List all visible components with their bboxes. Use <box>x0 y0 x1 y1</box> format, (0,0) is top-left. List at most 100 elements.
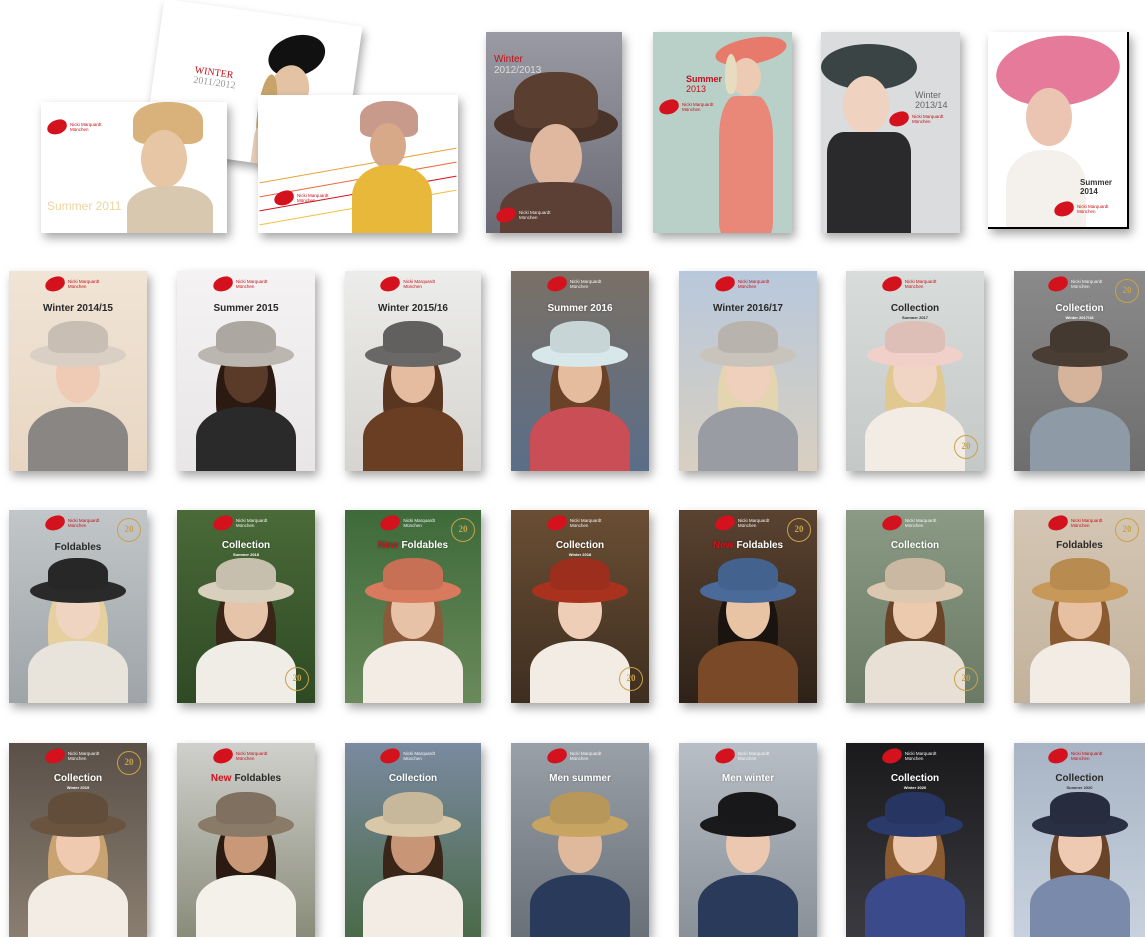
hat-crown <box>48 321 108 353</box>
brand-name: Nicki Marquardt München <box>67 751 100 761</box>
cover-title: Summer 2013 <box>686 74 723 94</box>
brand-name: Nicki Marquardt München <box>737 279 770 289</box>
model-clothing <box>1029 641 1130 703</box>
hat-crown <box>885 558 945 591</box>
brand-name: Nicki Marquardt München <box>1071 279 1103 289</box>
rose-petal-icon <box>211 275 235 293</box>
hat-crown <box>550 791 610 824</box>
model-clothing <box>196 874 296 937</box>
brand-logo: Nicki Marquardt München <box>713 747 770 765</box>
cover-title: Summer 2011 <box>47 199 122 213</box>
brand-logo: Nicki Marquardt München <box>887 110 944 128</box>
brand-logo: Nicki Marquardt München <box>880 275 936 293</box>
hat-crown <box>48 558 108 591</box>
model-clothing <box>530 407 630 471</box>
catalog-cover-summer-2014[interactable]: Summer 2014 Nicki Marquardt München <box>988 32 1129 229</box>
brand-logo: Nicki Marquardt München <box>880 514 937 532</box>
catalog-cover[interactable]: Nicki Marquardt München New Foldables <box>177 743 315 937</box>
model-clothing <box>1029 407 1130 471</box>
brand-name: Nicki Marquardt München <box>904 518 937 528</box>
anniversary-20-years-badge: 20 <box>117 518 141 542</box>
brand-name: Nicki Marquardt München <box>737 751 770 761</box>
model-clothing <box>698 874 798 937</box>
cover-title-text: Men summer <box>549 773 611 784</box>
model-clothing <box>28 407 128 471</box>
cover-title: Summer 2015 <box>177 303 315 314</box>
catalog-cover-summer-2013[interactable]: Summer 2013 Nicki Marquardt München <box>653 32 792 233</box>
catalog-cover[interactable]: Nicki Marquardt München Winter 2015/16 <box>345 271 481 471</box>
brand-logo: Nicki Marquardt München <box>379 514 435 532</box>
catalog-cover[interactable]: Nicki Marquardt München Collection 20 <box>846 510 984 703</box>
rose-petal-icon <box>43 747 67 765</box>
hat-crown <box>48 791 108 824</box>
brand-name: Nicki Marquardt München <box>569 279 602 289</box>
cover-title: Foldables <box>9 542 147 553</box>
hat-crown <box>216 558 276 591</box>
new-label: New <box>377 540 399 551</box>
cover-subtitle: Summer 2017 <box>901 315 928 320</box>
catalog-cover-winter-2012-2013[interactable]: Winter 2012/2013 Nicki Marquardt München <box>486 32 622 233</box>
brand-logo: Nicki Marquardt München <box>211 747 268 765</box>
model-top <box>827 132 911 233</box>
catalog-cover[interactable]: Nicki Marquardt München Men summer <box>511 743 649 937</box>
catalog-cover[interactable]: Nicki Marquardt München Men winter <box>679 743 817 937</box>
cover-title: Collection <box>177 540 315 551</box>
anniversary-20-years-badge: 20 <box>285 667 309 691</box>
brand-logo: Nicki Marquardt München <box>1046 747 1103 765</box>
model-clothing <box>1029 874 1130 937</box>
catalog-cover[interactable]: Nicki Marquardt München New Foldables 20 <box>679 510 817 703</box>
brand-logo: Nicki Marquardt München <box>379 747 435 765</box>
hat-crown <box>383 791 443 824</box>
rose-petal-icon <box>379 747 402 765</box>
cover-title: Winter 2012/2013 <box>494 54 542 76</box>
catalog-cover[interactable]: Nicki Marquardt München Collection Summer … <box>177 510 315 703</box>
catalog-cover[interactable]: Nicki Marquardt München Collection Winter … <box>9 743 147 937</box>
catalog-cover[interactable]: Nicki Marquardt München Winter 2014/15 <box>9 271 147 471</box>
rose-petal-icon <box>43 275 67 293</box>
catalog-cover[interactable]: Nicki Marquardt München Foldables 20 <box>1014 510 1145 703</box>
catalog-cover[interactable]: Nicki Marquardt München Collection <box>345 743 481 937</box>
catalog-cover[interactable]: Nicki Marquardt München Collection Winter … <box>1014 271 1145 471</box>
brand-logo: Nicki Marquardt München <box>657 98 714 116</box>
hat-crown <box>718 558 778 591</box>
rose-petal-icon <box>211 514 235 532</box>
hat-crown <box>1049 791 1110 824</box>
brand-name: Nicki Marquardt München <box>67 279 100 289</box>
cover-title-text: Foldables <box>234 773 282 784</box>
brand-name: Nicki Marquardt München <box>235 751 268 761</box>
cover-title-text: Collection <box>388 773 438 784</box>
cover-title-text: Foldables <box>401 540 449 551</box>
catalog-cover[interactable]: Nicki Marquardt München Summer 2015 <box>177 271 315 471</box>
catalog-cover[interactable]: Nicki Marquardt München Foldables 20 <box>9 510 147 703</box>
brand-logo: Nicki Marquardt München <box>43 514 99 532</box>
cover-title: Collection <box>846 303 984 314</box>
model-dress <box>719 96 773 233</box>
model-dress <box>352 165 432 233</box>
catalog-cover[interactable]: Nicki Marquardt München Collection Summer … <box>846 271 984 471</box>
rose-petal-icon <box>713 514 737 532</box>
catalog-cover[interactable]: Nicki Marquardt München Collection Winter … <box>846 743 984 937</box>
catalog-cover[interactable]: Nicki Marquardt München New Foldables 20 <box>345 510 481 703</box>
cover-subtitle: Winter 2017/18 <box>1065 315 1094 320</box>
rose-petal-icon <box>880 747 904 765</box>
catalog-cover-winter-2013-14[interactable]: Winter 2013/14 Nicki Marquardt München <box>821 32 960 233</box>
model-clothing <box>530 874 630 937</box>
cover-title-text: Winter 2015/16 <box>378 303 448 314</box>
model-clothing <box>363 874 463 937</box>
brand-logo: Nicki Marquardt München <box>494 206 551 224</box>
cover-title: Collection <box>846 773 984 784</box>
catalog-cover-summer-2012[interactable]: Nicki Marquardt München <box>258 95 458 233</box>
catalog-cover-summer-2011[interactable]: Nicki Marquardt München Summer 2011 <box>41 102 227 233</box>
catalog-cover[interactable]: Nicki Marquardt München Winter 2016/17 <box>679 271 817 471</box>
cover-title-text: Collection <box>555 540 605 551</box>
brand-logo: Nicki Marquardt München <box>713 275 770 293</box>
rose-petal-icon <box>713 275 737 293</box>
brand-logo: Nicki Marquardt München <box>43 747 100 765</box>
hat-crown <box>885 321 945 353</box>
catalog-cover[interactable]: Nicki Marquardt München Collection Summer … <box>1014 743 1145 937</box>
cover-title-text: Collection <box>890 303 940 314</box>
catalog-cover[interactable]: Nicki Marquardt München Summer 2016 <box>511 271 649 471</box>
cover-title: Collection <box>511 540 649 551</box>
cover-title: Collection <box>846 540 984 551</box>
catalog-cover[interactable]: Nicki Marquardt München Collection Winter … <box>511 510 649 703</box>
